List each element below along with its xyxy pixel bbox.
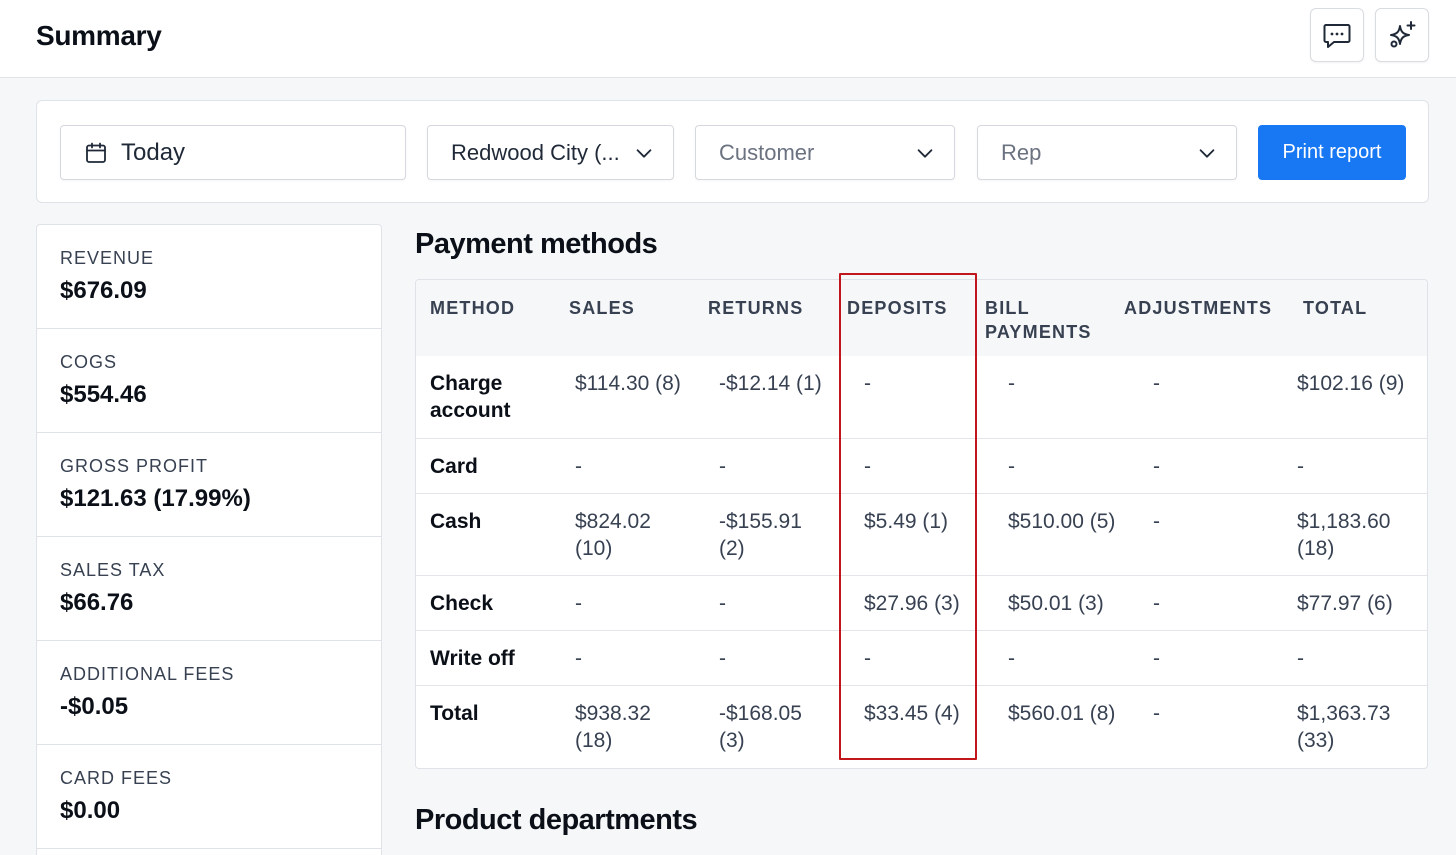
cell-method: Check <box>430 592 494 615</box>
stat-card-fees: CARD FEES $0.00 <box>37 745 381 849</box>
column-header-adjustments: ADJUSTMENTS <box>1124 298 1273 318</box>
summary-stats: REVENUE $676.09 COGS $554.46 GROSS PROFI… <box>36 224 382 855</box>
cell-sales: - <box>575 455 582 478</box>
top-bar: Summary <box>0 0 1456 78</box>
cell-method: Cash <box>430 510 482 533</box>
cell-bill-payments: $560.01 (8) <box>1008 702 1116 725</box>
cell-bill-payments: - <box>1008 372 1015 395</box>
stat-gross-profit: GROSS PROFIT $121.63 (17.99%) <box>37 433 381 537</box>
column-header-returns: RETURNS <box>708 298 804 318</box>
stat-value: $0.00 <box>60 797 121 824</box>
rep-select[interactable]: Rep <box>977 125 1237 180</box>
stat-value: $554.46 <box>60 381 147 408</box>
cell-method: Charge account <box>430 372 511 422</box>
chevron-down-icon <box>917 149 933 158</box>
cell-returns: - <box>719 592 726 615</box>
column-header-total: TOTAL <box>1303 298 1368 318</box>
cell-bill-payments: $510.00 (5) <box>1008 510 1116 533</box>
payment-methods-heading: Payment methods <box>415 228 658 260</box>
sparkle-icon <box>1390 21 1416 48</box>
cell-adjustments: - <box>1153 592 1160 615</box>
cell-adjustments: - <box>1153 455 1160 478</box>
cell-adjustments: - <box>1153 702 1160 725</box>
cell-returns: - <box>719 647 726 670</box>
stat-value: $66.76 <box>60 589 134 616</box>
stat-label: ADDITIONAL FEES <box>60 664 235 684</box>
date-value: Today <box>121 138 186 166</box>
cell-adjustments: - <box>1153 372 1160 395</box>
stat-label: SALES TAX <box>60 560 166 580</box>
filter-bar: Today Redwood City (... Customer Rep Pri… <box>36 100 1429 203</box>
cell-sales: - <box>575 592 582 615</box>
column-header-sales: SALES <box>569 298 636 318</box>
column-header-method: METHOD <box>430 298 516 318</box>
cell-sales: $824.02 (10) <box>575 510 651 560</box>
customer-placeholder: Customer <box>719 139 815 165</box>
chevron-down-icon <box>1199 149 1215 158</box>
cell-bill-payments: - <box>1008 455 1015 478</box>
stat-additional-fees: ADDITIONAL FEES -$0.05 <box>37 641 381 745</box>
cell-sales: $938.32 (18) <box>575 702 651 752</box>
column-header-bill-payments: BILL PAYMENTS <box>985 298 1092 342</box>
calendar-icon <box>86 142 106 163</box>
stat-value: $121.63 (17.99%) <box>60 485 251 512</box>
deposits-column-highlight <box>839 273 977 760</box>
cell-adjustments: - <box>1153 647 1160 670</box>
stat-value: $676.09 <box>60 277 147 304</box>
cell-method: Total <box>430 702 479 725</box>
stat-label: COGS <box>60 352 118 372</box>
cell-total: - <box>1297 455 1304 478</box>
cell-sales: $114.30 (8) <box>575 372 681 395</box>
cell-bill-payments: - <box>1008 647 1015 670</box>
customer-select[interactable]: Customer <box>695 125 955 180</box>
page-title: Summary <box>36 20 162 51</box>
chat-icon <box>1323 24 1351 48</box>
cell-returns: - <box>719 455 726 478</box>
date-picker[interactable]: Today <box>60 125 406 180</box>
stat-revenue: REVENUE $676.09 <box>37 225 381 329</box>
location-value: Redwood City (... <box>451 139 620 165</box>
cell-total: $77.97 (6) <box>1297 592 1393 615</box>
cell-method: Write off <box>430 647 515 670</box>
ai-assist-button[interactable] <box>1375 8 1429 62</box>
chevron-down-icon <box>636 149 652 158</box>
stat-label: REVENUE <box>60 248 155 268</box>
product-departments-heading: Product departments <box>415 804 698 836</box>
cell-sales: - <box>575 647 582 670</box>
cell-total: $1,183.60 (18) <box>1297 510 1391 560</box>
chat-button[interactable] <box>1310 8 1364 62</box>
stat-cogs: COGS $554.46 <box>37 329 381 433</box>
cell-method: Card <box>430 455 478 478</box>
cell-total: - <box>1297 647 1304 670</box>
cell-total: $1,363.73 (33) <box>1297 702 1391 752</box>
cell-bill-payments: $50.01 (3) <box>1008 592 1104 615</box>
cell-returns: -$155.91 (2) <box>719 510 802 560</box>
stat-label: CARD FEES <box>60 768 173 788</box>
cell-total: $102.16 (9) <box>1297 372 1405 395</box>
stat-sales-tax: SALES TAX $66.76 <box>37 537 381 641</box>
cell-returns: -$12.14 (1) <box>719 372 822 395</box>
stat-label: GROSS PROFIT <box>60 456 209 476</box>
location-select[interactable]: Redwood City (... <box>427 125 674 180</box>
rep-placeholder: Rep <box>1001 139 1042 165</box>
stat-value: -$0.05 <box>60 693 129 720</box>
cell-returns: -$168.05 (3) <box>719 702 802 752</box>
print-report-button[interactable]: Print report <box>1258 125 1406 180</box>
cell-adjustments: - <box>1153 510 1160 533</box>
